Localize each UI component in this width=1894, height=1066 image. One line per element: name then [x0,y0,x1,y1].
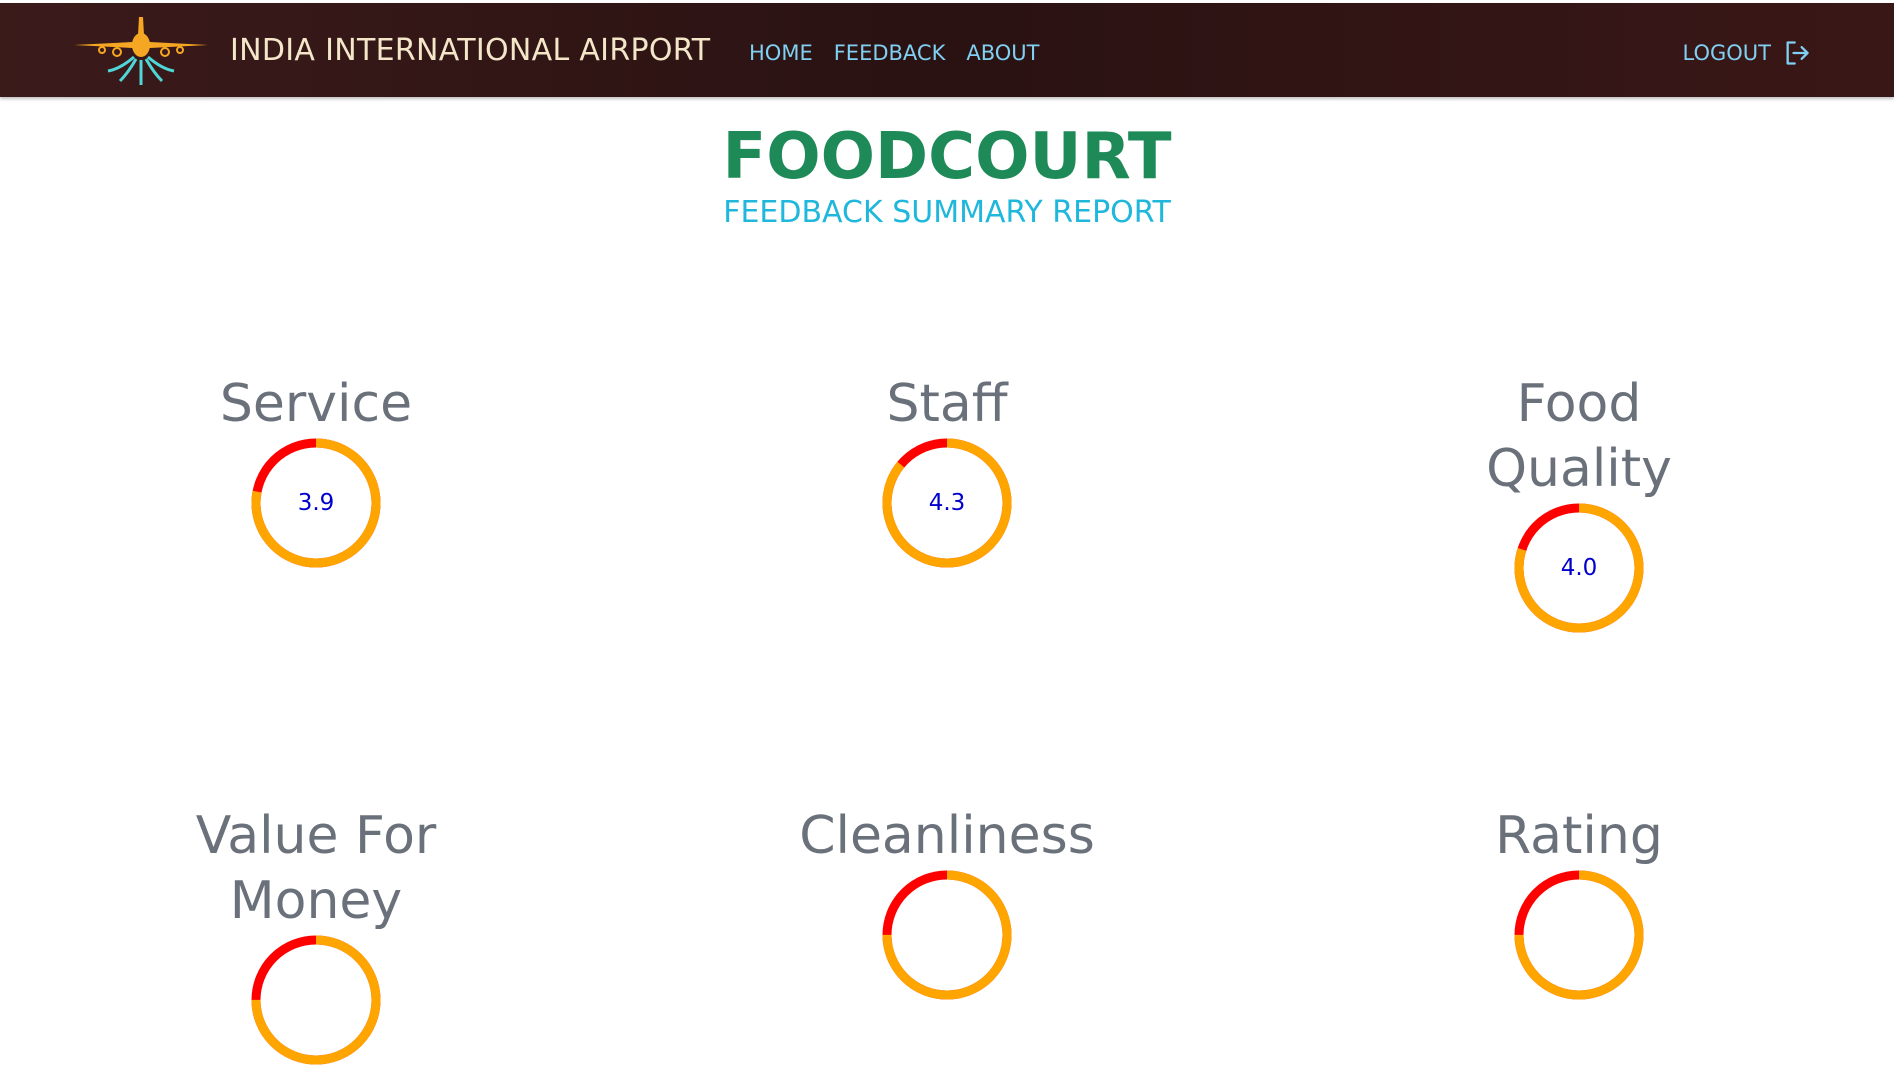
metric-label: Food Quality [1486,374,1672,499]
metric-label: Value For Money [195,806,437,931]
page-title: FOODCOURT [722,120,1172,194]
gauge-value: 4.0 [1560,555,1598,581]
metric-food-quality: Food Quality 4.0 [1379,372,1779,634]
metric-service: Service 3.9 [116,372,516,569]
rating-gauge [250,934,382,1066]
metric-cleanliness: Cleanliness [747,804,1147,1001]
page-subtitle: FEEDBACK SUMMARY REPORT [723,195,1171,230]
rating-gauge: 4.0 [1513,502,1645,634]
rating-gauge: 3.9 [250,437,382,569]
airplane-logo-icon [74,17,208,85]
gauge-value: 4.3 [928,490,966,516]
metric-value-for-money: Value For Money [116,804,516,1066]
logout-label: LOGOUT [1682,41,1771,65]
logout-icon [1786,41,1809,65]
nav-home-link[interactable]: HOME [749,41,813,65]
rating-gauge [1513,869,1645,1001]
metric-label: Rating [1495,806,1663,866]
brand-title[interactable]: INDIA INTERNATIONAL AIRPORT [230,33,710,68]
metric-rating: Rating [1379,804,1779,1001]
metric-label: Service [219,374,413,434]
gauge-value [250,934,382,1066]
rating-gauge [881,869,1013,1001]
metric-staff: Staff 4.3 [747,372,1147,569]
main-nav: HOME FEEDBACK ABOUT [749,41,1039,65]
rating-gauge: 4.3 [881,437,1013,569]
top-navbar: INDIA INTERNATIONAL AIRPORT HOME FEEDBAC… [0,3,1894,97]
gauge-value [881,869,1013,1001]
nav-feedback-link[interactable]: FEEDBACK [834,41,946,65]
gauge-value: 3.9 [297,490,335,516]
gauge-value [1513,869,1645,1001]
nav-about-link[interactable]: ABOUT [966,41,1039,65]
metric-label: Staff [886,374,1008,434]
logout-button[interactable]: LOGOUT [1683,39,1811,67]
metric-label: Cleanliness [799,806,1095,866]
